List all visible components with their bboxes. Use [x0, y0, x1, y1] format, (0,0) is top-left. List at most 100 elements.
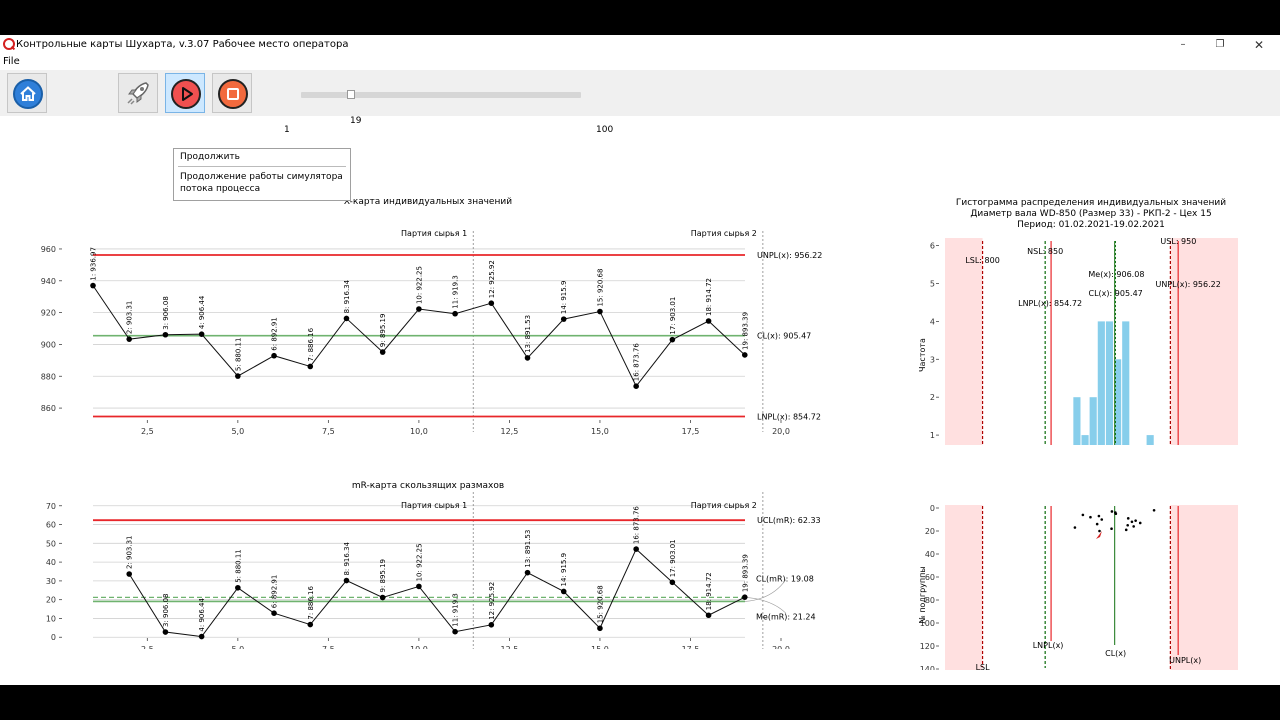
window-title: Контрольные карты Шухарта, v.3.07 Рабоче…	[16, 39, 349, 50]
data-point	[597, 308, 603, 315]
data-point-label: 13: 891.53	[524, 530, 532, 568]
histogram-bar	[1105, 321, 1114, 445]
data-point	[416, 306, 422, 312]
upper-limit-label: UCL(mR): 62.33	[757, 516, 821, 525]
slider-handle[interactable]	[347, 90, 356, 99]
data-point-label: 18: 914.72	[705, 572, 713, 610]
play-button[interactable]	[165, 73, 205, 113]
app-window: Контрольные карты Шухарта, v.3.07 Рабоче…	[0, 35, 1280, 685]
data-point-label: 11: 919.3	[452, 275, 460, 309]
data-point-label: 17: 903.01	[669, 297, 677, 335]
tooltip-title: Продолжить	[180, 152, 240, 162]
data-point	[271, 352, 277, 359]
stop-button[interactable]	[212, 73, 252, 113]
slider-value-label: 19	[350, 116, 362, 126]
data-point	[741, 594, 748, 600]
x-tick-label: 15,0	[591, 427, 609, 436]
y-tick-label: 920	[41, 309, 56, 318]
y-tick-label: 880	[41, 372, 56, 381]
y-tick-label: 40	[925, 550, 935, 559]
center-line-label: CL(x): 905.47	[1089, 289, 1143, 298]
lnpl-label: LNPL(x)	[1033, 641, 1064, 650]
tooltip-line2: потока процесса	[180, 184, 261, 194]
median-label: Me(x): 906.08	[1088, 270, 1144, 279]
subgroup-point	[1110, 510, 1114, 513]
slider-max-label: 100	[596, 125, 614, 135]
data-point-label: 16: 873.76	[633, 506, 641, 545]
tooltip-divider	[178, 166, 346, 167]
subgroup-point	[1132, 525, 1135, 528]
data-point-label: 10: 922.25	[415, 543, 423, 581]
subgroup-point	[1130, 520, 1134, 524]
subgroup-point	[1073, 526, 1077, 529]
close-icon[interactable]: ✕	[1246, 36, 1272, 54]
data-point-label: 7: 886.16	[307, 585, 315, 619]
data-point-label: 11: 919.3	[452, 593, 460, 627]
y-tick-label: 4	[930, 317, 935, 326]
slider-min-label: 1	[284, 125, 290, 135]
data-point-label: 9: 895.19	[379, 314, 387, 348]
data-point-label: 3: 906.08	[162, 296, 170, 330]
y-tick-label: 30	[46, 577, 56, 586]
data-point	[597, 625, 603, 632]
data-point-label: 15: 920.68	[596, 585, 604, 623]
y-tick-label: 20	[925, 527, 935, 536]
title-bar: Контрольные карты Шухарта, v.3.07 Рабоче…	[0, 35, 1280, 55]
subgroup-scatter-chart: 020406080100120140160№ подгруппыLSLUSLNS…	[918, 504, 1238, 670]
app-logo-icon	[3, 38, 15, 50]
menu-file[interactable]: File	[3, 56, 20, 67]
chart-title: mR-карта скользящих размахов	[352, 481, 504, 491]
histogram-title: Гистограмма распределения индивидуальных…	[956, 198, 1226, 208]
data-point-label: 16: 873.76	[633, 343, 641, 382]
data-point-label: 5: 880.11	[234, 338, 242, 372]
x-tick-label: 17,5	[682, 427, 700, 436]
data-point	[198, 633, 205, 640]
x-tick-label: 12,5	[501, 427, 519, 436]
data-point	[90, 282, 96, 289]
batch1-label: Партия сырья 1	[401, 229, 467, 238]
lower-spec-band	[945, 238, 983, 445]
rocket-button[interactable]	[118, 73, 158, 113]
subgroup-point	[1124, 528, 1128, 532]
data-point-label: 1: 936.97	[90, 247, 98, 281]
data-point	[741, 352, 748, 358]
batch2-label: Партия сырья 2	[691, 229, 757, 238]
maximize-icon[interactable]: ❐	[1207, 36, 1233, 54]
subgroup-point	[1089, 515, 1092, 519]
data-point	[452, 628, 458, 635]
data-point-label: 7: 886.16	[307, 327, 315, 361]
data-point-label: 12: 925.92	[488, 260, 496, 298]
home-button[interactable]	[7, 73, 47, 113]
simulation-slider[interactable]	[301, 92, 581, 98]
y-tick-label: 5	[930, 279, 935, 288]
minimize-icon[interactable]: –	[1170, 36, 1196, 54]
data-point-label: 17: 903.01	[669, 539, 677, 577]
play-tooltip: Продолжить Продолжение работы симулятора…	[173, 148, 351, 201]
lower-spec-band	[945, 505, 983, 670]
data-point	[633, 546, 639, 552]
subgroup-point	[1126, 517, 1130, 520]
data-point	[162, 629, 169, 635]
mr-chart: mR-карта скользящих размахов 0 10 20 30 40 50 6…	[46, 481, 821, 649]
data-point	[452, 310, 458, 317]
y-tick-label: 40	[46, 558, 56, 567]
y-tick-label: 900	[41, 340, 56, 349]
histogram-bar	[1122, 321, 1130, 445]
home-icon	[13, 79, 43, 109]
data-point-label: 19: 893.39	[741, 554, 749, 592]
data-point-label: 12: 925.92	[488, 582, 496, 620]
data-point-label: 9: 895.19	[379, 559, 387, 593]
data-point-label: 10: 922.25	[415, 266, 423, 304]
x-tick-label: 12,5	[501, 645, 519, 649]
data-point	[488, 622, 495, 628]
data-point-label: 13: 891.53	[524, 315, 532, 353]
data-point	[307, 363, 314, 370]
data-point	[126, 571, 133, 577]
data-point	[343, 577, 350, 584]
subgroup-point	[1114, 512, 1118, 516]
data-point-label: 15: 920.68	[596, 269, 604, 307]
data-point	[235, 584, 241, 591]
y-tick-label: 1	[930, 431, 935, 440]
data-point-label: 4: 906.44	[198, 295, 206, 329]
x-tick-label: 2,5	[141, 427, 154, 436]
